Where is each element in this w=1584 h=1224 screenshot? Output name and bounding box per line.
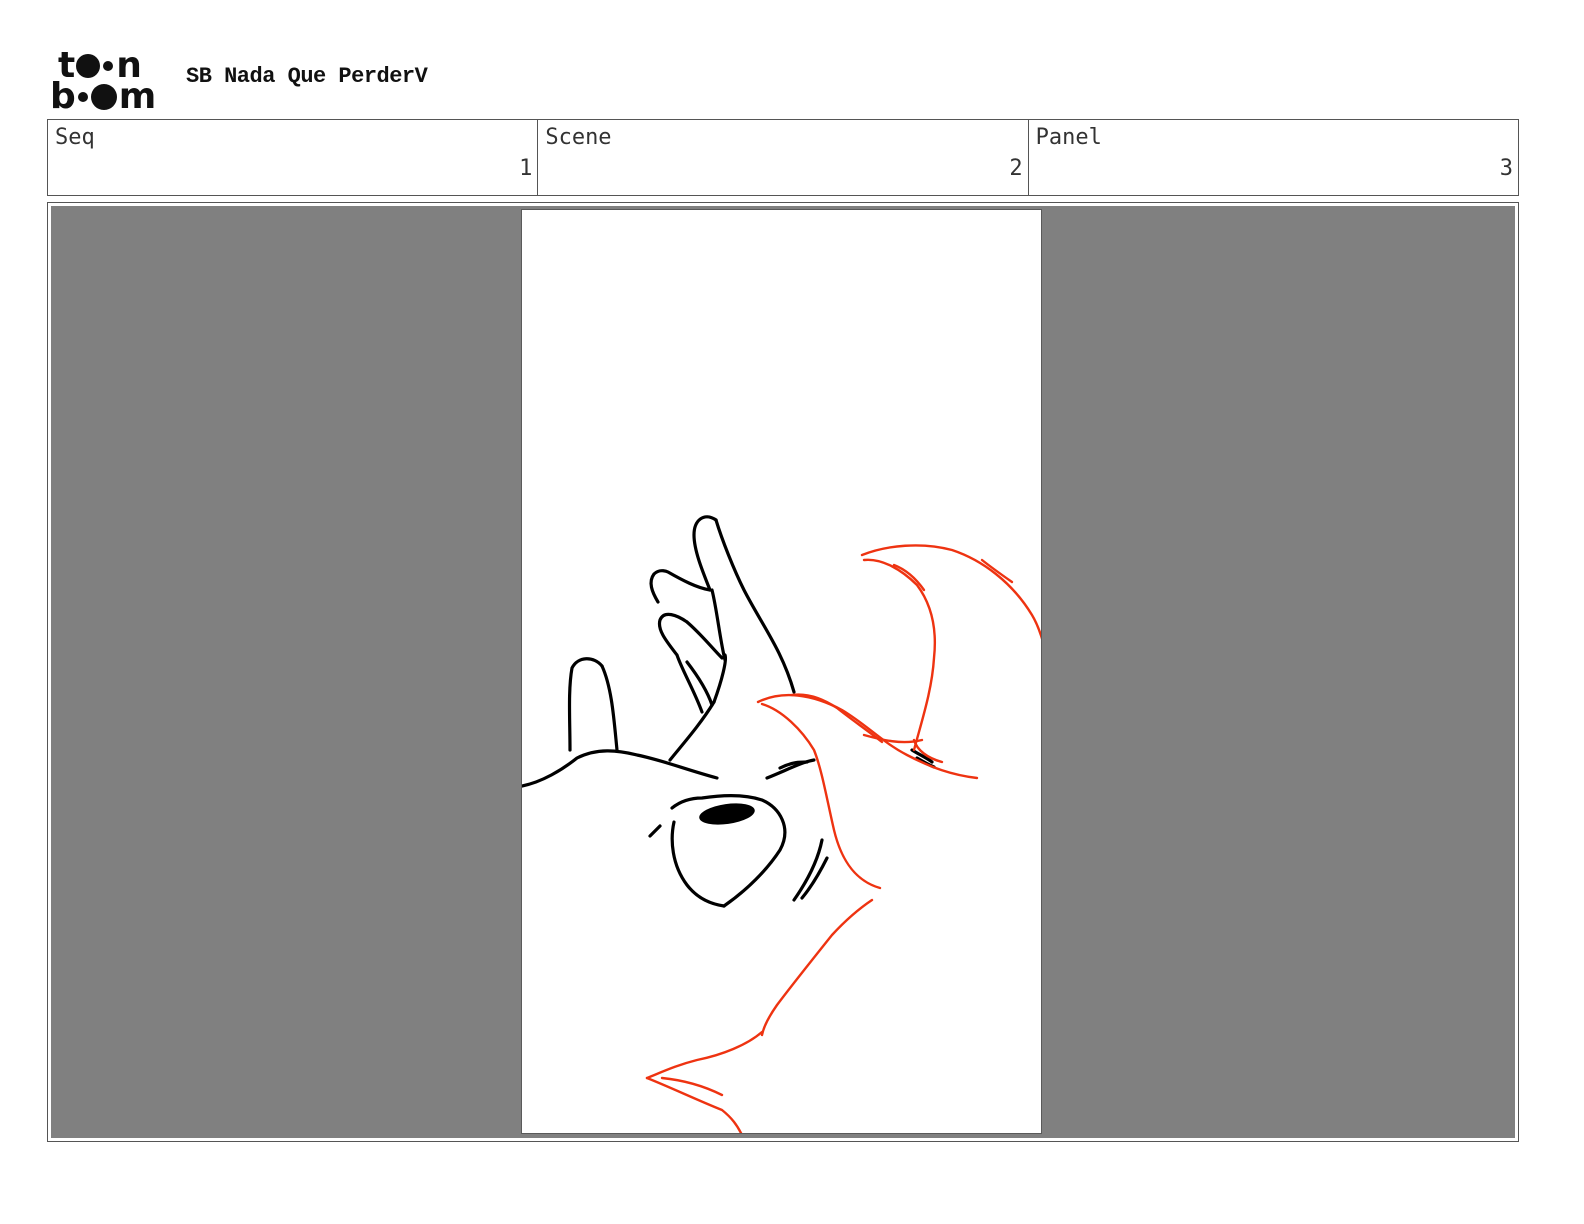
logo-dot bbox=[103, 60, 114, 71]
document-title: SB Nada Que PerderV bbox=[186, 64, 428, 89]
sketch-stroke bbox=[692, 515, 718, 592]
logo-dot bbox=[77, 91, 88, 102]
scene-value: 2 bbox=[1009, 156, 1023, 181]
sketch-stroke bbox=[649, 569, 712, 604]
sketch-stroke bbox=[685, 620, 724, 660]
sketch-eye-pupil bbox=[699, 803, 755, 825]
red-sketch-lines bbox=[645, 544, 1041, 1133]
sketch-stroke bbox=[860, 544, 1041, 640]
sketch-stroke bbox=[567, 657, 604, 752]
seq-label: Seq bbox=[55, 125, 95, 150]
sketch-stroke bbox=[760, 702, 882, 890]
sketch-drawing bbox=[522, 515, 1041, 1133]
panel-cell: Panel 3 bbox=[1029, 120, 1518, 195]
sketch-stroke bbox=[645, 1076, 743, 1133]
scene-info-bar: Seq 1 Scene 2 Panel 3 bbox=[47, 119, 1519, 196]
sketch-stroke bbox=[645, 1030, 764, 1080]
sketch-stroke bbox=[522, 749, 719, 788]
sketch-stroke bbox=[760, 898, 874, 1037]
seq-value: 1 bbox=[519, 156, 533, 181]
storyboard-canvas bbox=[521, 209, 1042, 1134]
sketch-stroke bbox=[980, 558, 1014, 584]
panel-frame bbox=[47, 202, 1519, 1142]
panel-background bbox=[51, 206, 1515, 1138]
sketch-stroke bbox=[714, 518, 796, 694]
logo-dot bbox=[76, 53, 101, 78]
sketch-stroke bbox=[600, 664, 619, 752]
sketch-stroke bbox=[660, 1076, 724, 1097]
scene-cell: Scene 2 bbox=[538, 120, 1029, 195]
sketch-stroke bbox=[670, 820, 726, 908]
sketch-stroke bbox=[712, 653, 728, 704]
toon-boom-logo: t n b m bbox=[50, 44, 157, 117]
sketch-stroke bbox=[790, 693, 884, 744]
panel-value: 3 bbox=[1499, 156, 1513, 181]
panel-label: Panel bbox=[1035, 125, 1102, 150]
black-sketch-lines bbox=[522, 515, 936, 908]
sketch-stroke bbox=[668, 700, 716, 762]
logo-dot bbox=[90, 83, 117, 110]
seq-cell: Seq 1 bbox=[48, 120, 539, 195]
scene-label: Scene bbox=[545, 125, 612, 150]
sketch-stroke bbox=[648, 824, 662, 838]
